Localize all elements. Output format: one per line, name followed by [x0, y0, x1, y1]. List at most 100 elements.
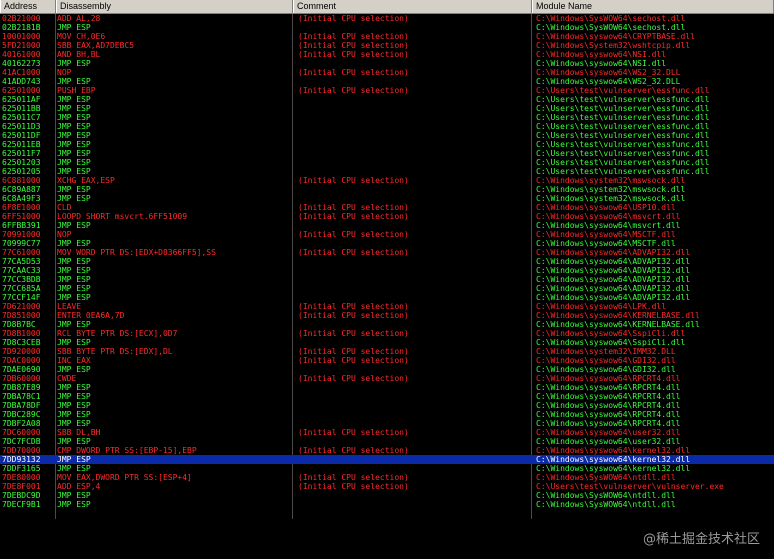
table-row[interactable]: 7DAC0000 INC EAX (Initial CPU selection) C:… — [0, 356, 774, 365]
module-cell: C:\Windows\syswow64\WS2_32.DLL — [536, 68, 681, 77]
table-row[interactable]: 7DAE0690 JMP ESP C:\Windows\syswow64\GDI32… — [0, 365, 774, 374]
module-cell: C:\Windows\syswow64\RPCRT4.dll — [536, 383, 681, 392]
disassembly-cell: JMP ESP — [57, 437, 91, 446]
disassembly-cell: JMP ESP — [57, 410, 91, 419]
table-row[interactable]: 7DEBDC9D JMP ESP C:\Windows\SysWOW64\ntdll… — [0, 491, 774, 500]
comment-cell — [298, 491, 530, 500]
address-cell: 7D8C3CEB — [2, 338, 41, 347]
comment-cell — [298, 131, 530, 140]
table-row[interactable]: 77CC3BDB JMP ESP C:\Windows\syswow64\ADVAP… — [0, 275, 774, 284]
table-row[interactable]: 7DECF9B1 JMP ESP C:\Windows\SysWOW64\ntdll… — [0, 500, 774, 509]
disassembly-cell: JMP ESP — [57, 266, 91, 275]
disassembly-cell: LOOPD SHORT msvcrt.6FF51009 — [57, 212, 188, 221]
comment-cell: (Initial CPU selection) — [298, 473, 409, 482]
table-row[interactable]: 10001000 MOV CH,0E6 (Initial CPU selection… — [0, 32, 774, 41]
module-cell: C:\Windows\syswow64\ADVAPI32.dll — [536, 248, 691, 257]
module-cell: C:\Windows\syswow64\LPK.dll — [536, 302, 667, 311]
comment-cell: (Initial CPU selection) — [298, 356, 409, 365]
table-row[interactable]: 7DD70000 CMP DWORD PTR SS:[EBP-15],EBP (In… — [0, 446, 774, 455]
table-row[interactable]: 7DBF2A08 JMP ESP C:\Windows\syswow64\RPCRT… — [0, 419, 774, 428]
address-cell: 41AC1000 — [2, 68, 41, 77]
table-row[interactable]: 70999C77 JMP ESP C:\Windows\syswow64\MSCTF… — [0, 239, 774, 248]
disassembly-cell: MOV CH,0E6 — [57, 32, 106, 41]
table-row[interactable]: 625011C7 JMP ESP C:\Users\test\vulnserver\… — [0, 113, 774, 122]
table-row[interactable]: 5FD21000 SBB EAX,AD7DEBC5 (Initial CPU sel… — [0, 41, 774, 50]
table-row-selected[interactable]: 7DD93132 JMP ESP C:\Windows\syswow64\kerne… — [0, 455, 774, 464]
table-row[interactable]: 7DBC289C JMP ESP C:\Windows\syswow64\RPCRT… — [0, 410, 774, 419]
address-cell: 7DD70000 — [2, 446, 41, 455]
table-row[interactable]: 625011D3 JMP ESP C:\Users\test\vulnserver\… — [0, 122, 774, 131]
table-row[interactable]: 6FF51000 LOOPD SHORT msvcrt.6FF51009 (Init… — [0, 212, 774, 221]
module-cell: C:\Windows\syswow64\ADVAPI32.dll — [536, 284, 691, 293]
column-header-address[interactable]: Address — [0, 0, 56, 13]
comment-cell: (Initial CPU selection) — [298, 482, 409, 491]
address-cell: 7DE8F001 — [2, 482, 41, 491]
module-cell: C:\Windows\syswow64\RPCRT4.dll — [536, 419, 681, 428]
address-cell: 02B2181B — [2, 23, 41, 32]
table-row[interactable]: 6C89A887 JMP ESP C:\Windows\system32\mswso… — [0, 185, 774, 194]
table-row[interactable]: 7DBA78C1 JMP ESP C:\Windows\syswow64\RPCRT… — [0, 392, 774, 401]
table-row[interactable]: 62501000 PUSH EBP (Initial CPU selection) C… — [0, 86, 774, 95]
table-row[interactable]: 625011BB JMP ESP C:\Users\test\vulnserver\… — [0, 104, 774, 113]
table-row[interactable]: 6FFBB391 JMP ESP C:\Windows\syswow64\msvcr… — [0, 221, 774, 230]
disassembly-cell: SBB DL,BH — [57, 428, 101, 437]
table-row[interactable]: 7DE80000 MOV EAX,DWORD PTR SS:[ESP+4] (Ini… — [0, 473, 774, 482]
address-cell: 7DEBDC9D — [2, 491, 41, 500]
table-row[interactable]: 77C61000 MOV WORD PTR DS:[EDX+D8366FF5],S… — [0, 248, 774, 257]
table-row[interactable]: 625011DF JMP ESP C:\Users\test\vulnserver\… — [0, 131, 774, 140]
comment-cell: (Initial CPU selection) — [298, 248, 409, 257]
disassembly-cell: RCL BYTE PTR DS:[ECX],0D7 — [57, 329, 178, 338]
comment-cell — [298, 419, 530, 428]
table-row[interactable]: 7DE8F001 ADD ESP,4 (Initial CPU selection)… — [0, 482, 774, 491]
module-cell: C:\Windows\syswow64\MSCTF.dll — [536, 239, 676, 248]
comment-cell — [298, 185, 530, 194]
table-row[interactable]: 77CA5D53 JMP ESP C:\Windows\syswow64\ADVAP… — [0, 257, 774, 266]
column-header-module[interactable]: Module Name — [532, 0, 774, 13]
module-cell: C:\Windows\syswow64\ADVAPI32.dll — [536, 257, 691, 266]
module-cell: C:\Windows\syswow64\ADVAPI32.dll — [536, 266, 691, 275]
table-row[interactable]: 7DDF3165 JMP ESP C:\Windows\syswow64\kerne… — [0, 464, 774, 473]
disassembly-cell: SBB EAX,AD7DEBC5 — [57, 41, 135, 50]
address-cell: 7DE80000 — [2, 473, 41, 482]
disassembly-cell: JMP ESP — [57, 338, 91, 347]
table-row[interactable]: 625011AF JMP ESP C:\Users\test\vulnserver\… — [0, 95, 774, 104]
table-row[interactable]: 7D8B1000 RCL BYTE PTR DS:[ECX],0D7 (Initia… — [0, 329, 774, 338]
module-cell: C:\Windows\syswow64\kernel32.dll — [536, 446, 691, 455]
disassembly-cell: JMP ESP — [57, 113, 91, 122]
table-row[interactable]: 7D851000 ENTER 0EA6A,7D (Initial CPU selec… — [0, 311, 774, 320]
table-row[interactable]: 7DB87E89 JMP ESP C:\Windows\syswow64\RPCRT… — [0, 383, 774, 392]
table-row[interactable]: 7DBA78DF JMP ESP C:\Windows\syswow64\RPCRT… — [0, 401, 774, 410]
table-row[interactable]: 6C8A49F3 JMP ESP C:\Windows\system32\mswso… — [0, 194, 774, 203]
table-row[interactable]: 7D621000 LEAVE (Initial CPU selection) C:\W… — [0, 302, 774, 311]
address-cell: 7DBF2A08 — [2, 419, 41, 428]
disassembly-cell: JMP ESP — [57, 275, 91, 284]
table-row[interactable]: 70991000 NOP (Initial CPU selection) C:\Win… — [0, 230, 774, 239]
table-row[interactable]: 625011EB JMP ESP C:\Users\test\vulnserver\… — [0, 140, 774, 149]
table-row[interactable]: 7D8B7BC JMP ESP C:\Windows\syswow64\KERNEL… — [0, 320, 774, 329]
column-header-disassembly[interactable]: Disassembly — [56, 0, 293, 13]
table-row[interactable]: 62501205 JMP ESP C:\Users\test\vulnserver\… — [0, 167, 774, 176]
table-row[interactable]: 7DB60000 CWDE (Initial CPU selection) C:\Wi… — [0, 374, 774, 383]
disassembly-cell: CWDE — [57, 374, 77, 383]
table-row[interactable]: 40162273 JMP ESP C:\Windows\syswow64\NSI.d… — [0, 59, 774, 68]
column-header-comment[interactable]: Comment — [293, 0, 532, 13]
table-row[interactable]: 41ADD743 JMP ESP C:\Windows\syswow64\WS2_3… — [0, 77, 774, 86]
table-row[interactable]: 02B21000 ADD AL,28 (Initial CPU selection)… — [0, 14, 774, 23]
table-row[interactable]: 6F8E1000 CLD (Initial CPU selection) C:\Win… — [0, 203, 774, 212]
table-row[interactable]: 77CCF14F JMP ESP C:\Windows\syswow64\ADVAP… — [0, 293, 774, 302]
disassembly-cell: JMP ESP — [57, 140, 91, 149]
table-row[interactable]: 7DC7FCDB JMP ESP C:\Windows\syswow64\user3… — [0, 437, 774, 446]
table-row[interactable]: 7D8C3CEB JMP ESP C:\Windows\syswow64\SspiC… — [0, 338, 774, 347]
table-row[interactable]: 77CAAC33 JMP ESP C:\Windows\syswow64\ADVAP… — [0, 266, 774, 275]
module-cell: C:\Windows\syswow64\NSI.dll — [536, 50, 667, 59]
table-row[interactable]: 40161000 AND BH,BL (Initial CPU selection)… — [0, 50, 774, 59]
table-row[interactable]: 6C881000 XCHG EAX,ESP (Initial CPU selecti… — [0, 176, 774, 185]
table-row[interactable]: 41AC1000 NOP (Initial CPU selection) C:\Win… — [0, 68, 774, 77]
table-row[interactable]: 7D920000 SBB BYTE PTR DS:[EDX],DL (Initial… — [0, 347, 774, 356]
table-row[interactable]: 77CC685A JMP ESP C:\Windows\syswow64\ADVAP… — [0, 284, 774, 293]
table-row[interactable]: 02B2181B JMP ESP C:\Windows\SysWOW64\secho… — [0, 23, 774, 32]
table-row[interactable]: 62501203 JMP ESP C:\Users\test\vulnserver\… — [0, 158, 774, 167]
table-row[interactable]: 625011F7 JMP ESP C:\Users\test\vulnserver\… — [0, 149, 774, 158]
disassembly-cell: JMP ESP — [57, 293, 91, 302]
table-row[interactable]: 7DC60000 SBB DL,BH (Initial CPU selection)… — [0, 428, 774, 437]
